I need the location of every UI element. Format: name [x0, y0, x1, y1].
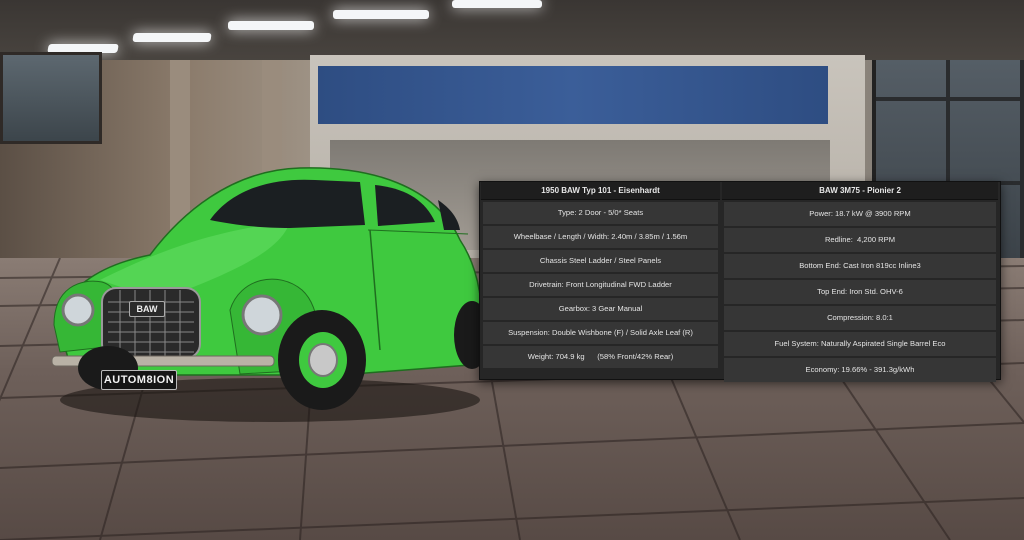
spec-row-compression: Compression: 8.0:1	[724, 306, 996, 330]
ceiling-light	[132, 33, 212, 42]
spec-row-suspension: Suspension: Double Wishbone (F) / Solid …	[483, 322, 718, 344]
license-plate: AUTOM8ION	[101, 370, 177, 390]
left-window	[0, 52, 102, 144]
ceiling-light	[228, 21, 314, 30]
engine-title: BAW 3M75 - Pionier 2	[722, 182, 998, 200]
spec-row-bottom-end: Bottom End: Cast Iron 819cc Inline3	[724, 254, 996, 278]
spec-row-drivetrain: Drivetrain: Front Longitudinal FWD Ladde…	[483, 274, 718, 296]
spec-row-chassis: Chassis Steel Ladder / Steel Panels	[483, 250, 718, 272]
spec-row-redline: Redline: 4,200 RPM	[724, 228, 996, 252]
spec-row-dimensions: Wheelbase / Length / Width: 2.40m / 3.85…	[483, 226, 718, 248]
ceiling-light	[333, 10, 429, 19]
car-badge: BAW	[129, 301, 165, 317]
spec-row-power: Power: 18.7 kW @ 3900 RPM	[724, 202, 996, 226]
spec-row-fuel-system: Fuel System: Naturally Aspirated Single …	[724, 332, 996, 356]
engine-spec-column: BAW 3M75 - Pionier 2 Power: 18.7 kW @ 39…	[722, 182, 998, 382]
model-spec-column: 1950 BAW Typ 101 - Eisenhardt Type: 2 Do…	[481, 182, 720, 379]
garage-scene: BAW AUTOM8ION 1950 BAW Typ 101 - Eisenha…	[0, 0, 1024, 540]
spec-row-economy: Economy: 19.66% - 391.3g/kWh	[724, 358, 996, 382]
spec-row-top-end: Top End: Iron Std. OHV-6	[724, 280, 996, 304]
spec-row-gearbox: Gearbox: 3 Gear Manual	[483, 298, 718, 320]
blue-stripe	[318, 66, 828, 124]
ceiling-light	[452, 0, 542, 8]
car-spec-panel: 1950 BAW Typ 101 - Eisenhardt Type: 2 Do…	[479, 181, 1001, 382]
model-title: 1950 BAW Typ 101 - Eisenhardt	[481, 182, 720, 200]
spec-row-type: Type: 2 Door - 5/0* Seats	[483, 202, 718, 224]
spec-row-weight: Weight: 704.9 kg (58% Front/42% Rear)	[483, 346, 718, 368]
